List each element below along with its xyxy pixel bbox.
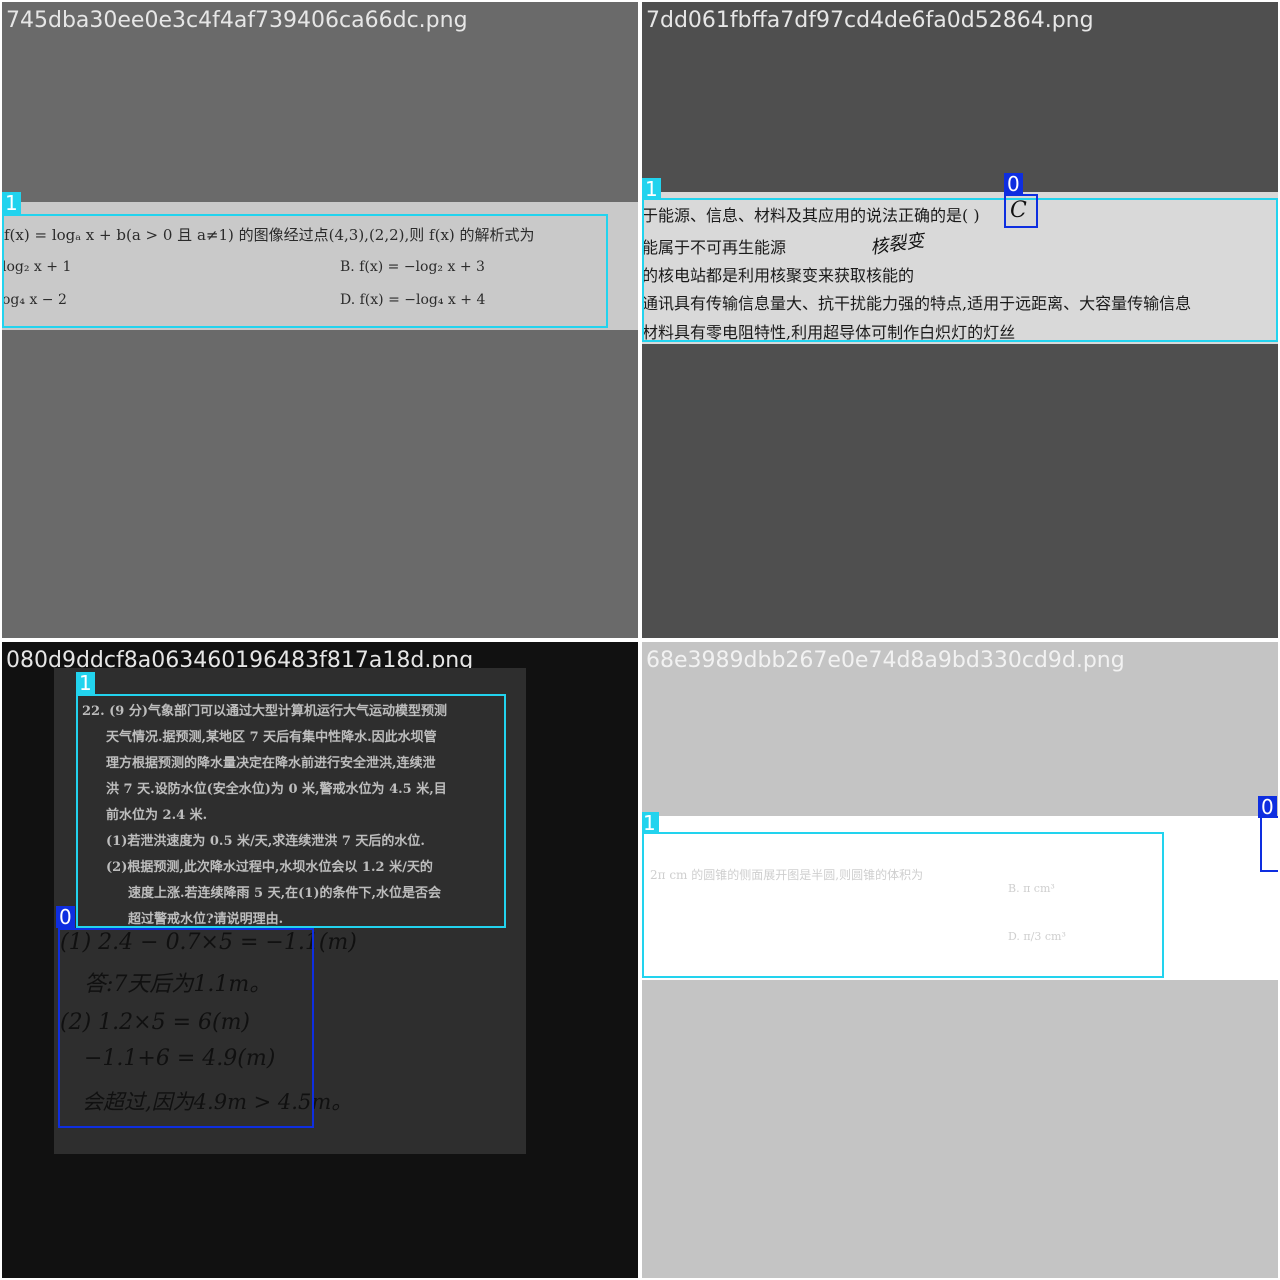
detection-box-1 (642, 832, 1164, 978)
panel-080d9d: 080d9ddcf8a063460196483f817a18d.png 22. … (2, 642, 638, 1278)
box-label-0: 0 (1258, 796, 1277, 818)
panel-filename: 68e3989dbb267e0e74d8a9bd330cd9d.png (646, 648, 1125, 673)
panel-68e398: 68e3989dbb267e0e74d8a9bd330cd9d.png 2π c… (642, 642, 1278, 1278)
detection-box-1 (2, 214, 608, 328)
detection-box-1 (642, 198, 1278, 342)
box-label-0: 0 (1004, 173, 1023, 195)
panel-745dba: 745dba30ee0e3c4f4af739406ca66dc.png f(x)… (2, 2, 638, 638)
box-label-0: 0 (56, 906, 75, 928)
box-label-1: 1 (2, 192, 21, 214)
detection-box-1 (76, 694, 506, 928)
detection-box-0 (1004, 194, 1038, 228)
box-label-1: 1 (642, 178, 661, 200)
panel-7dd061: 7dd061fbffa7df97cd4de6fa0d52864.png 于能源、… (642, 2, 1278, 638)
box-label-1: 1 (76, 672, 95, 694)
box-label-1: 1 (642, 812, 659, 834)
panel-filename: 7dd061fbffa7df97cd4de6fa0d52864.png (646, 8, 1094, 33)
detection-box-0 (58, 928, 314, 1128)
detection-box-0 (1260, 816, 1278, 872)
panel-filename: 745dba30ee0e3c4f4af739406ca66dc.png (6, 8, 468, 33)
